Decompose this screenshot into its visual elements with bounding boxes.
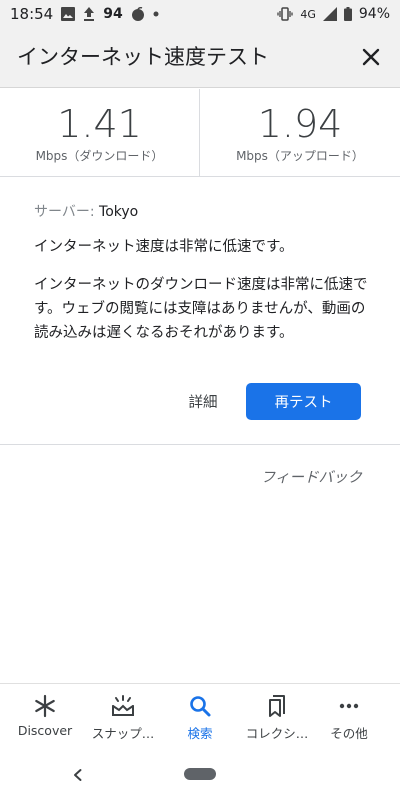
- close-button[interactable]: [356, 42, 386, 72]
- upload-result: 1.94 Mbps（アップロード）: [200, 89, 400, 177]
- battery-percent: 94%: [358, 6, 390, 22]
- download-value: 1.41: [57, 102, 142, 146]
- home-pill[interactable]: [184, 768, 216, 780]
- image-icon: [61, 7, 76, 21]
- collections-icon: [264, 693, 290, 719]
- nav-label-search: 検索: [187, 726, 213, 741]
- vibrate-icon: [277, 7, 293, 21]
- notification-count: 94: [103, 6, 123, 22]
- status-bar: 18:54 94 4G 94%: [0, 0, 400, 28]
- nav-item-collections[interactable]: コレクシ…: [237, 684, 317, 751]
- app-header: インターネット速度テスト: [0, 28, 400, 88]
- result-card: サーバー: Tokyo インターネット速度は非常に低速です。 インターネットのダ…: [0, 177, 400, 445]
- download-unit: Mbps（ダウンロード）: [35, 149, 164, 163]
- server-label: サーバー:: [34, 204, 95, 220]
- more-icon: [336, 693, 362, 719]
- speed-results: 1.41 Mbps（ダウンロード） 1.94 Mbps（アップロード）: [0, 89, 400, 177]
- upload-icon: [83, 7, 95, 21]
- network-label: 4G: [300, 7, 316, 21]
- chevron-left-icon: [74, 769, 82, 781]
- feedback-link[interactable]: フィードバック: [261, 466, 362, 487]
- detail-button[interactable]: 詳細: [180, 383, 226, 419]
- snapshot-icon: [110, 693, 136, 719]
- download-result: 1.41 Mbps（ダウンロード）: [0, 89, 200, 177]
- back-button[interactable]: [66, 763, 90, 787]
- page-title: インターネット速度テスト: [17, 45, 269, 69]
- asterisk-icon: [32, 693, 58, 719]
- system-nav-bar: [0, 751, 400, 800]
- nav-item-search[interactable]: 検索: [160, 684, 240, 751]
- dot-icon: [153, 11, 159, 17]
- status-time: 18:54: [10, 5, 54, 23]
- nav-item-snapshot[interactable]: スナップ…: [83, 684, 163, 751]
- app-notification-icon: [131, 7, 145, 21]
- server-info: サーバー: Tokyo: [34, 201, 138, 221]
- battery-icon: [343, 7, 352, 21]
- nav-item-more[interactable]: その他: [309, 684, 389, 751]
- search-icon: [187, 693, 213, 719]
- upload-unit: Mbps（アップロード）: [236, 149, 364, 163]
- server-value: Tokyo: [99, 204, 139, 220]
- upload-value: 1.94: [257, 102, 343, 146]
- close-icon: [362, 48, 380, 66]
- speed-description: インターネットのダウンロード速度は非常に低速です。ウェブの閲覧には支障はありませ…: [34, 277, 368, 341]
- nav-label-discover: Discover: [17, 723, 73, 738]
- nav-label-collections: コレクシ…: [245, 726, 309, 741]
- nav-item-discover[interactable]: Discover: [5, 684, 85, 751]
- bottom-nav: Discover スナップ… 検索 コレクシ… その他: [0, 683, 400, 751]
- signal-icon: [322, 7, 337, 21]
- nav-label-more: その他: [330, 726, 368, 741]
- nav-label-snapshot: スナップ…: [91, 726, 155, 741]
- retest-button[interactable]: 再テスト: [246, 383, 361, 420]
- speed-headline: インターネット速度は非常に低速です。: [34, 239, 294, 255]
